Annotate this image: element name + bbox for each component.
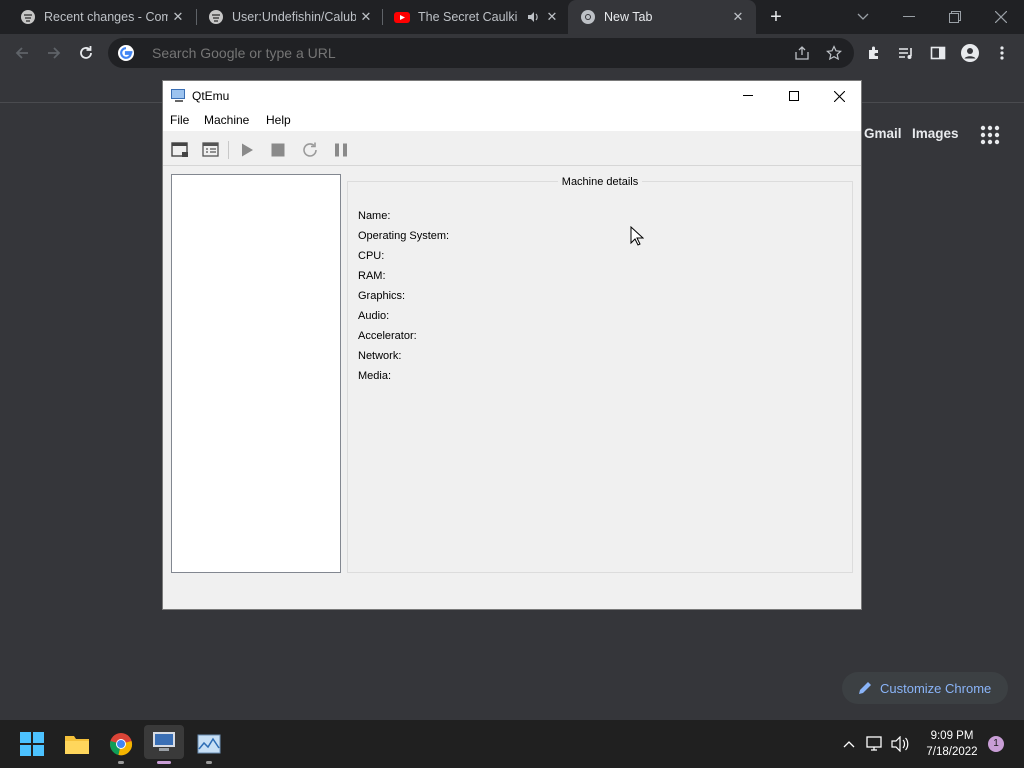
detail-audio-label: Audio: <box>358 310 390 322</box>
chrome-taskbar-icon[interactable] <box>108 732 134 756</box>
customize-chrome-button[interactable]: Customize Chrome <box>842 672 1008 704</box>
close-tab-icon[interactable]: ✕ <box>544 9 560 25</box>
browser-toolbar <box>0 34 1024 72</box>
side-panel-icon[interactable] <box>926 41 950 65</box>
detail-accelerator-label: Accelerator: <box>358 330 417 342</box>
machine-window-icon[interactable] <box>169 139 191 161</box>
detail-network-label: Network: <box>358 350 402 362</box>
qtemu-window: QtEmu File Machine Help Machine details … <box>162 80 862 610</box>
menu-machine[interactable]: Machine <box>204 113 249 127</box>
bookmark-star-icon[interactable] <box>822 41 846 65</box>
monitor-running-indicator <box>206 761 212 764</box>
qtemu-menu-bar: File Machine Help <box>163 111 861 131</box>
qtemu-title: QtEmu <box>192 89 230 103</box>
minimize-button[interactable] <box>886 0 932 34</box>
media-control-icon[interactable] <box>894 41 918 65</box>
qtemu-active-indicator <box>157 761 171 764</box>
notification-badge[interactable]: 1 <box>988 736 1004 752</box>
new-tab-button[interactable]: + <box>766 7 786 27</box>
detail-graphics-label: Graphics: <box>358 290 406 302</box>
wiki-puzzle-icon <box>21 10 35 24</box>
chrome-menu-icon[interactable] <box>990 41 1014 65</box>
detail-media-label: Media: <box>358 370 392 382</box>
tab-search-icon[interactable] <box>840 0 886 34</box>
detail-name-label: Name: <box>358 210 391 222</box>
stop-icon[interactable] <box>267 139 289 161</box>
toolbar-divider <box>163 165 861 166</box>
file-explorer-icon[interactable] <box>64 732 90 756</box>
volume-icon[interactable] <box>887 732 913 756</box>
machine-list-icon[interactable] <box>200 139 222 161</box>
tab-user-undefishin[interactable]: User:Undefishin/Calub ✕ <box>188 0 382 34</box>
menu-file[interactable]: File <box>170 113 189 127</box>
tab-recent-changes[interactable]: Recent changes - Comp ✕ <box>0 0 194 34</box>
network-icon[interactable] <box>862 732 888 756</box>
reset-icon[interactable] <box>299 139 321 161</box>
tab-secret-caulking[interactable]: The Secret Caulkin ✕ <box>374 0 568 34</box>
qtemu-close-button[interactable] <box>816 81 862 111</box>
tab-title: User:Undefishin/Calub <box>232 10 356 24</box>
share-icon[interactable] <box>790 41 814 65</box>
resource-monitor-icon[interactable] <box>196 732 222 756</box>
tab-new-tab[interactable]: New Tab ✕ <box>568 0 756 34</box>
qtemu-taskbar-icon[interactable] <box>144 725 184 759</box>
tab-title: Recent changes - Comp <box>44 10 168 24</box>
forward-button[interactable] <box>42 41 66 65</box>
audio-playing-icon[interactable] <box>526 10 540 24</box>
machine-details-title: Machine details <box>348 176 852 188</box>
qtemu-minimize-button[interactable] <box>725 81 771 111</box>
play-icon[interactable] <box>236 139 258 161</box>
tab-strip: Recent changes - Comp ✕ User:Undefishin/… <box>0 0 1024 34</box>
reload-button[interactable] <box>74 41 98 65</box>
qtemu-app-icon <box>171 89 185 102</box>
qtemu-toolbar <box>163 133 861 165</box>
tab-title: The Secret Caulkin <box>418 10 518 24</box>
omnibox-input[interactable] <box>150 44 774 62</box>
pencil-icon <box>859 682 871 694</box>
extensions-icon[interactable] <box>862 41 886 65</box>
qtemu-title-bar[interactable]: QtEmu <box>163 81 861 111</box>
menu-help[interactable]: Help <box>266 113 291 127</box>
detail-ram-label: RAM: <box>358 270 386 282</box>
images-link[interactable]: Images <box>912 126 959 141</box>
machine-details-group: Machine details Name: Operating System: … <box>347 176 853 573</box>
close-window-button[interactable] <box>978 0 1024 34</box>
youtube-icon <box>394 12 410 23</box>
customize-chrome-label: Customize Chrome <box>880 680 992 696</box>
back-button[interactable] <box>10 41 34 65</box>
machine-details-title-text: Machine details <box>557 176 643 188</box>
restore-button[interactable] <box>932 0 978 34</box>
clock-time: 9:09 PM <box>930 730 974 742</box>
system-clock[interactable]: 9:09 PM 7/18/2022 <box>918 728 986 760</box>
detail-cpu-label: CPU: <box>358 250 385 262</box>
clock-date: 7/18/2022 <box>926 746 978 758</box>
chrome-icon <box>581 10 595 24</box>
close-tab-icon[interactable]: ✕ <box>170 9 186 25</box>
tab-title: New Tab <box>604 10 653 24</box>
toolbar-separator <box>228 141 229 159</box>
detail-os-label: Operating System: <box>358 230 450 242</box>
qtemu-maximize-button[interactable] <box>771 81 817 111</box>
wiki-puzzle-icon <box>209 10 223 24</box>
close-tab-icon[interactable]: ✕ <box>730 9 746 25</box>
gmail-link[interactable]: Gmail <box>864 126 902 141</box>
chrome-running-indicator <box>118 761 124 764</box>
google-icon <box>118 45 134 61</box>
mouse-cursor-icon <box>630 226 644 246</box>
google-apps-icon[interactable] <box>980 125 1000 145</box>
close-tab-icon[interactable]: ✕ <box>358 9 374 25</box>
pause-icon[interactable] <box>330 139 352 161</box>
machine-list[interactable] <box>171 174 341 573</box>
profile-icon[interactable] <box>958 41 982 65</box>
address-bar[interactable] <box>108 38 854 68</box>
taskbar: 9:09 PM 7/18/2022 <box>0 720 1024 768</box>
start-icon[interactable] <box>19 732 45 756</box>
show-hidden-icons-chevron[interactable] <box>836 732 862 756</box>
